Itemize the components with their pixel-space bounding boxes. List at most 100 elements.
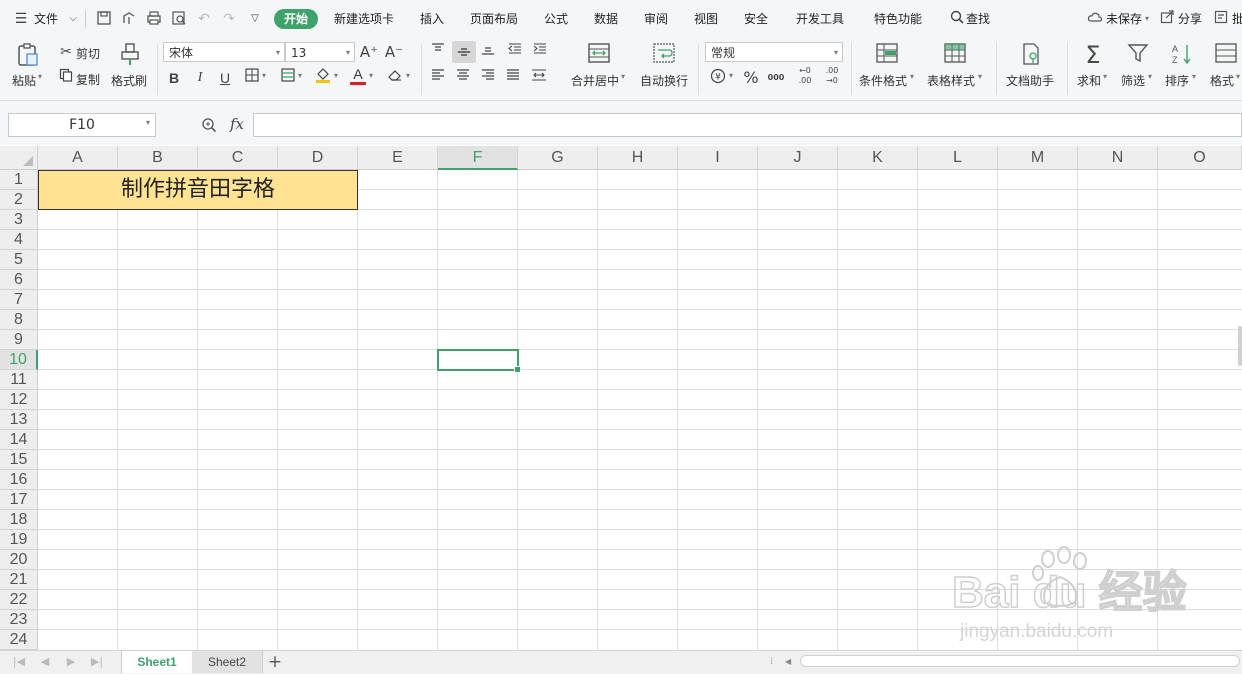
redo-icon[interactable]: ↷: [220, 10, 238, 28]
next-sheet-icon[interactable]: ▶: [62, 653, 80, 671]
merged-title-cell[interactable]: 制作拼音田字格: [38, 170, 358, 210]
currency-icon[interactable]: ¥: [708, 68, 728, 88]
row-header-3[interactable]: 3: [0, 210, 38, 230]
cut-button[interactable]: 剪切: [76, 45, 100, 62]
format-painter-button[interactable]: 格式刷: [111, 72, 147, 89]
comment-icon[interactable]: [1212, 10, 1230, 28]
chevron-down-icon[interactable]: ▾: [621, 72, 625, 81]
format-painter-icon[interactable]: [116, 42, 144, 68]
export-icon[interactable]: [120, 10, 138, 28]
number-format-select[interactable]: 常规 ▾: [705, 42, 843, 62]
bold-button[interactable]: B: [164, 68, 184, 88]
add-sheet-button[interactable]: +: [265, 651, 285, 673]
filter-button[interactable]: 筛选: [1121, 72, 1145, 89]
tab-page-layout[interactable]: 页面布局: [470, 9, 518, 29]
row-header-22[interactable]: 22: [0, 590, 38, 610]
hamburger-menu-icon[interactable]: ☰: [12, 10, 30, 28]
row-header-21[interactable]: 21: [0, 570, 38, 590]
active-cell-f10[interactable]: [437, 349, 521, 373]
tab-security[interactable]: 安全: [744, 9, 768, 29]
column-header-b[interactable]: B: [118, 146, 198, 170]
scroll-left-icon[interactable]: ◀: [785, 655, 795, 669]
print-icon[interactable]: [145, 10, 163, 28]
row-header-2[interactable]: 2: [0, 190, 38, 210]
customize-toolbar-icon[interactable]: ▽: [246, 10, 264, 28]
first-sheet-icon[interactable]: |◀: [10, 653, 28, 671]
thousands-separator-button[interactable]: 000: [766, 68, 786, 88]
sort-button[interactable]: 排序: [1165, 72, 1189, 89]
shrink-font-button[interactable]: A⁻: [384, 42, 404, 62]
align-top-icon[interactable]: [428, 42, 448, 62]
column-header-n[interactable]: N: [1078, 146, 1158, 170]
tab-review[interactable]: 审阅: [644, 9, 668, 29]
chevron-down-icon[interactable]: ▾: [262, 71, 266, 80]
font-size-select[interactable]: 13 ▾: [285, 42, 355, 62]
row-header-16[interactable]: 16: [0, 470, 38, 490]
row-header-4[interactable]: 4: [0, 230, 38, 250]
row-header-14[interactable]: 14: [0, 430, 38, 450]
undo-icon[interactable]: ↶: [195, 10, 213, 28]
vertical-scrollbar-thumb[interactable]: [1238, 326, 1242, 366]
conditional-format-button[interactable]: 条件格式: [859, 72, 907, 89]
sort-icon[interactable]: AZ: [1168, 42, 1196, 68]
chevron-down-icon[interactable]: ▾: [978, 72, 982, 81]
search-button[interactable]: 查找: [966, 9, 990, 29]
row-header-8[interactable]: 8: [0, 310, 38, 330]
column-header-e[interactable]: E: [358, 146, 438, 170]
prev-sheet-icon[interactable]: ◀: [36, 653, 54, 671]
tab-data[interactable]: 数据: [594, 9, 618, 29]
decrease-indent-icon[interactable]: [505, 42, 525, 62]
chevron-down-icon[interactable]: ▾: [146, 118, 150, 127]
increase-decimal-button[interactable]: ←0 .00: [793, 66, 817, 86]
sum-button[interactable]: 求和: [1077, 72, 1101, 89]
chevron-down-icon[interactable]: ▾: [38, 72, 42, 81]
scissors-icon[interactable]: ✂: [56, 42, 76, 62]
sum-icon[interactable]: Σ: [1079, 42, 1107, 68]
column-header-g[interactable]: G: [518, 146, 598, 170]
font-name-select[interactable]: 宋体 ▾: [163, 42, 285, 62]
border-icon[interactable]: [242, 68, 262, 88]
unsaved-status[interactable]: 未保存: [1106, 9, 1142, 29]
copy-button[interactable]: 复制: [76, 71, 100, 88]
chevron-down-icon[interactable]: ⌵: [64, 10, 82, 28]
row-header-9[interactable]: 9: [0, 330, 38, 350]
chevron-down-icon[interactable]: ▾: [1148, 72, 1152, 81]
name-box[interactable]: F10: [8, 113, 156, 137]
row-header-24[interactable]: 24: [0, 630, 38, 650]
chevron-down-icon[interactable]: ▾: [369, 71, 373, 80]
copy-icon[interactable]: [56, 68, 76, 88]
row-header-12[interactable]: 12: [0, 390, 38, 410]
tab-developer[interactable]: 开发工具: [796, 9, 844, 29]
column-header-d[interactable]: D: [278, 146, 358, 170]
column-header-h[interactable]: H: [598, 146, 678, 170]
zoom-icon[interactable]: [201, 117, 219, 135]
paste-icon[interactable]: [14, 42, 42, 68]
column-header-k[interactable]: K: [838, 146, 918, 170]
table-style-button[interactable]: 表格样式: [927, 72, 975, 89]
column-header-m[interactable]: M: [998, 146, 1078, 170]
column-header-c[interactable]: C: [198, 146, 278, 170]
chevron-down-icon[interactable]: ▾: [729, 71, 733, 80]
column-header-f[interactable]: F: [438, 146, 518, 170]
print-preview-icon[interactable]: [170, 10, 188, 28]
paste-button[interactable]: 粘贴: [12, 72, 36, 89]
share-icon[interactable]: [1158, 10, 1176, 28]
format-button[interactable]: 格式: [1210, 72, 1234, 89]
font-color-icon[interactable]: A: [349, 66, 367, 86]
chevron-down-icon[interactable]: ▾: [1103, 72, 1107, 81]
distributed-align-icon[interactable]: [529, 68, 549, 88]
chevron-down-icon[interactable]: ▾: [334, 71, 338, 80]
chevron-down-icon[interactable]: ▾: [406, 71, 410, 80]
wrap-text-button[interactable]: 自动换行: [640, 72, 688, 89]
row-header-19[interactable]: 19: [0, 530, 38, 550]
search-icon[interactable]: [948, 10, 966, 28]
row-header-15[interactable]: 15: [0, 450, 38, 470]
tab-special-features[interactable]: 特色功能: [874, 9, 922, 29]
chevron-down-icon[interactable]: ▾: [1236, 72, 1240, 81]
column-header-l[interactable]: L: [918, 146, 998, 170]
tab-view[interactable]: 视图: [694, 9, 718, 29]
italic-button[interactable]: I: [190, 68, 210, 88]
chevron-down-icon[interactable]: ▾: [298, 71, 302, 80]
format-icon[interactable]: [1212, 42, 1240, 68]
cell-style-icon[interactable]: [278, 68, 298, 88]
